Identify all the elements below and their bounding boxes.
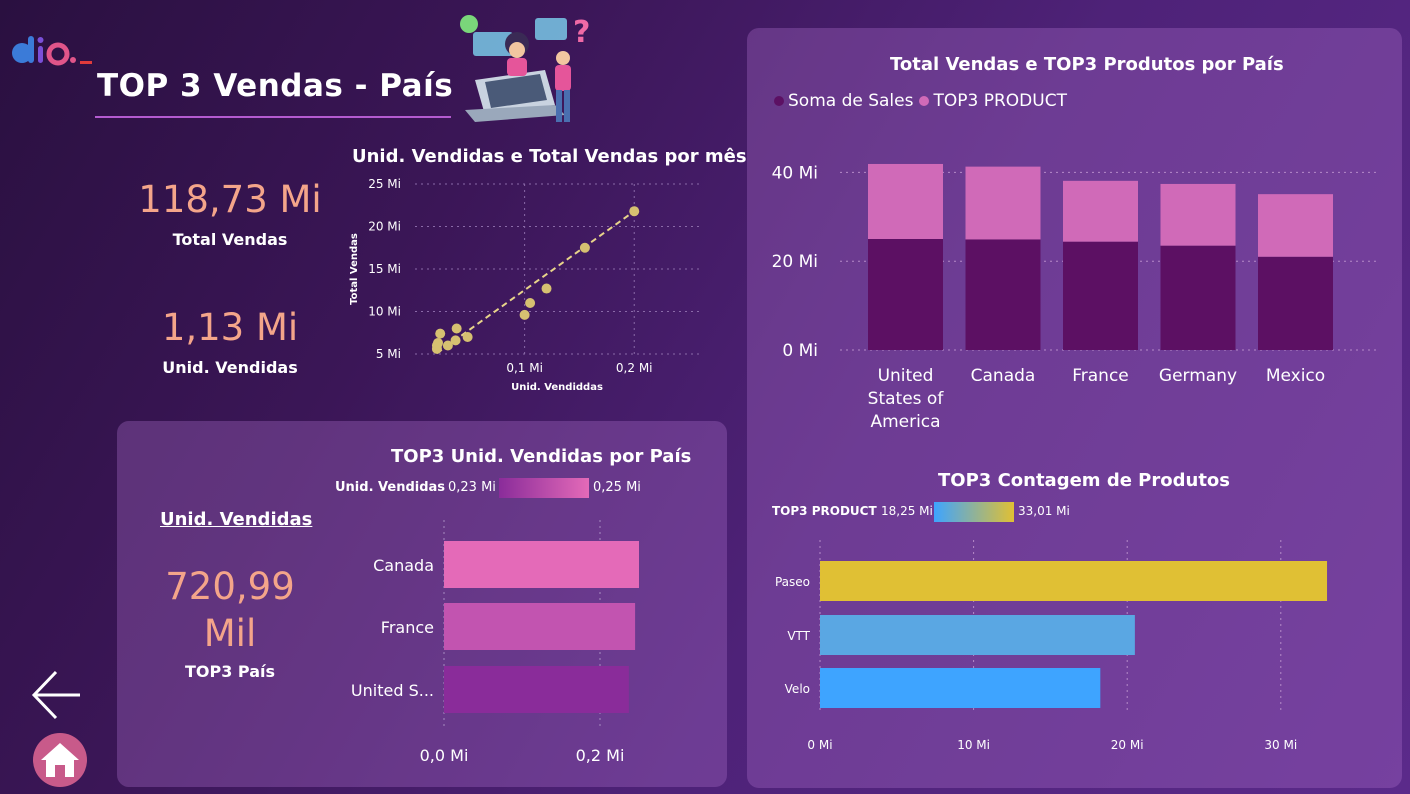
contagem-category-label: VTT	[787, 629, 810, 643]
stacked-category-label: France	[1072, 366, 1129, 386]
top3-unid-chart-title: TOP3 Unid. Vendidas por País	[391, 446, 692, 467]
scatter-point[interactable]	[462, 332, 473, 342]
stacked-bar-top3[interactable]	[1258, 194, 1333, 257]
top3-unid-legend-label: Unid. Vendidas	[335, 480, 446, 495]
contagem-xtick: 0 Mi	[807, 738, 832, 752]
top3-kpi-value-line1: 720,99	[165, 565, 295, 608]
contagem-legend-label: TOP3 PRODUCT	[772, 504, 877, 518]
back-arrow-icon[interactable]	[30, 668, 84, 722]
scatter-xtick: 0,1 Mi	[506, 361, 543, 375]
contagem-xtick: 20 Mi	[1111, 738, 1144, 752]
legend-sales-label: Soma de Sales	[788, 91, 914, 111]
top3-kpi-value-line2: Mil	[203, 612, 257, 655]
scatter-xlabel: Unid. Vendiddas	[511, 382, 603, 393]
top3-kpi-header: Unid. Vendidas	[160, 509, 313, 530]
stacked-bar-sales[interactable]	[965, 239, 1041, 350]
unid-vendidas-label: Unid. Vendidas	[162, 358, 298, 377]
contagem-bar[interactable]	[820, 561, 1328, 601]
title-underline	[95, 116, 451, 118]
hbar-xtick: 0,2 Mi	[576, 746, 625, 765]
scatter-point[interactable]	[541, 283, 552, 294]
scatter-point[interactable]	[450, 335, 461, 346]
stacked-bar-sales[interactable]	[1160, 245, 1236, 350]
scatter-ytick: 10 Mi	[368, 305, 401, 319]
stacked-ytick: 20 Mi	[772, 252, 818, 272]
contagem-chart-title: TOP3 Contagem de Produtos	[938, 470, 1230, 491]
scatter-xtick: 0,2 Mi	[616, 361, 653, 375]
hbar-xtick: 0,0 Mi	[420, 746, 469, 765]
stacked-chart-title: Total Vendas e TOP3 Produtos por País	[890, 54, 1284, 75]
hbar-bar[interactable]	[444, 666, 629, 713]
scatter-ytick: 25 Mi	[368, 177, 401, 191]
top3-unid-legend-max: 0,25 Mi	[593, 480, 641, 495]
scatter-point[interactable]	[451, 323, 462, 334]
contagem-legend-min: 18,25 Mi	[881, 504, 933, 518]
hbar-bar[interactable]	[444, 603, 636, 650]
top3-kpi-label: TOP3 País	[184, 662, 276, 681]
scatter-ylabel: Total Vendas	[349, 233, 360, 305]
stacked-category-label: Mexico	[1266, 366, 1325, 386]
contagem-category-label: Paseo	[775, 575, 810, 589]
stacked-ytick: 0 Mi	[782, 341, 818, 361]
stacked-legend: Soma de Sales TOP3 PRODUCT	[774, 91, 1067, 111]
legend-swatch-sales	[774, 96, 784, 106]
scatter-ytick: 5 Mi	[376, 347, 401, 361]
stacked-bar-sales[interactable]	[868, 239, 943, 350]
scatter-point[interactable]	[435, 328, 446, 339]
scatter-ytick: 20 Mi	[368, 220, 401, 234]
top3-kpi-value: 720,99 Mil	[120, 563, 340, 657]
scatter-chart-title: Unid. Vendidas e Total Vendas por mês	[352, 146, 747, 167]
hbar-category-label: France	[381, 618, 434, 637]
contagem-legend-gradient	[934, 502, 1014, 522]
stacked-category-label: Canada	[971, 366, 1036, 386]
contagem-bar-chart[interactable]: 0 Mi 10 Mi 20 Mi 30 Mi Paseo VTT Velo	[760, 535, 1390, 760]
contagem-xtick: 10 Mi	[957, 738, 990, 752]
contagem-legend-max: 33,01 Mi	[1018, 504, 1070, 518]
contagem-bar[interactable]	[820, 615, 1135, 655]
stacked-bar-sales[interactable]	[1063, 241, 1138, 350]
top3-unid-legend-gradient	[499, 478, 589, 498]
top3-unid-bar-chart[interactable]: 0,0 Mi 0,2 Mi Canada France United S...	[340, 515, 680, 775]
online-support-illustration: ?	[460, 15, 590, 122]
stacked-bar-top3[interactable]	[868, 163, 943, 239]
scatter-point[interactable]	[579, 242, 590, 253]
scatter-point[interactable]	[433, 337, 444, 348]
dio-logo	[12, 36, 92, 66]
stacked-category-label: Germany	[1159, 366, 1237, 386]
svg-text:?: ?	[573, 15, 590, 50]
scatter-trendline	[436, 210, 635, 354]
hbar-category-label: United S...	[351, 681, 434, 700]
total-vendas-value: 118,73 Mi	[138, 178, 322, 221]
scatter-point[interactable]	[525, 298, 536, 308]
contagem-category-label: Velo	[785, 682, 810, 696]
contagem-bar[interactable]	[820, 668, 1101, 708]
stacked-category-label: United	[878, 366, 934, 386]
stacked-bar-chart[interactable]: 0 Mi 20 Mi 40 Mi United States of America Cana…	[760, 140, 1390, 440]
home-button[interactable]	[33, 733, 87, 787]
scatter-chart[interactable]: 5 Mi 10 Mi 15 Mi 20 Mi 25 Mi 0,1 Mi 0,2 Mi Unid…	[340, 170, 730, 400]
stacked-bar-sales[interactable]	[1258, 256, 1333, 350]
hbar-category-label: Canada	[373, 556, 434, 575]
home-icon	[41, 743, 79, 777]
stacked-bar-top3[interactable]	[1063, 180, 1138, 242]
scatter-ytick: 15 Mi	[368, 262, 401, 276]
top3-unid-legend-min: 0,23 Mi	[448, 480, 496, 495]
scatter-point[interactable]	[629, 206, 640, 217]
contagem-xtick: 30 Mi	[1264, 738, 1297, 752]
page-title: TOP 3 Vendas - País	[97, 68, 454, 104]
stacked-category-label: America	[870, 412, 940, 432]
legend-swatch-top3	[919, 96, 930, 106]
hbar-bar[interactable]	[444, 541, 639, 588]
unid-vendidas-value: 1,13 Mi	[161, 306, 299, 349]
stacked-bar-top3[interactable]	[965, 166, 1041, 240]
legend-top3-label: TOP3 PRODUCT	[933, 91, 1067, 111]
scatter-point[interactable]	[519, 309, 530, 320]
stacked-category-label: States of	[868, 389, 945, 409]
stacked-bar-top3[interactable]	[1160, 183, 1236, 246]
stacked-ytick: 40 Mi	[772, 163, 818, 183]
total-vendas-label: Total Vendas	[172, 230, 288, 249]
